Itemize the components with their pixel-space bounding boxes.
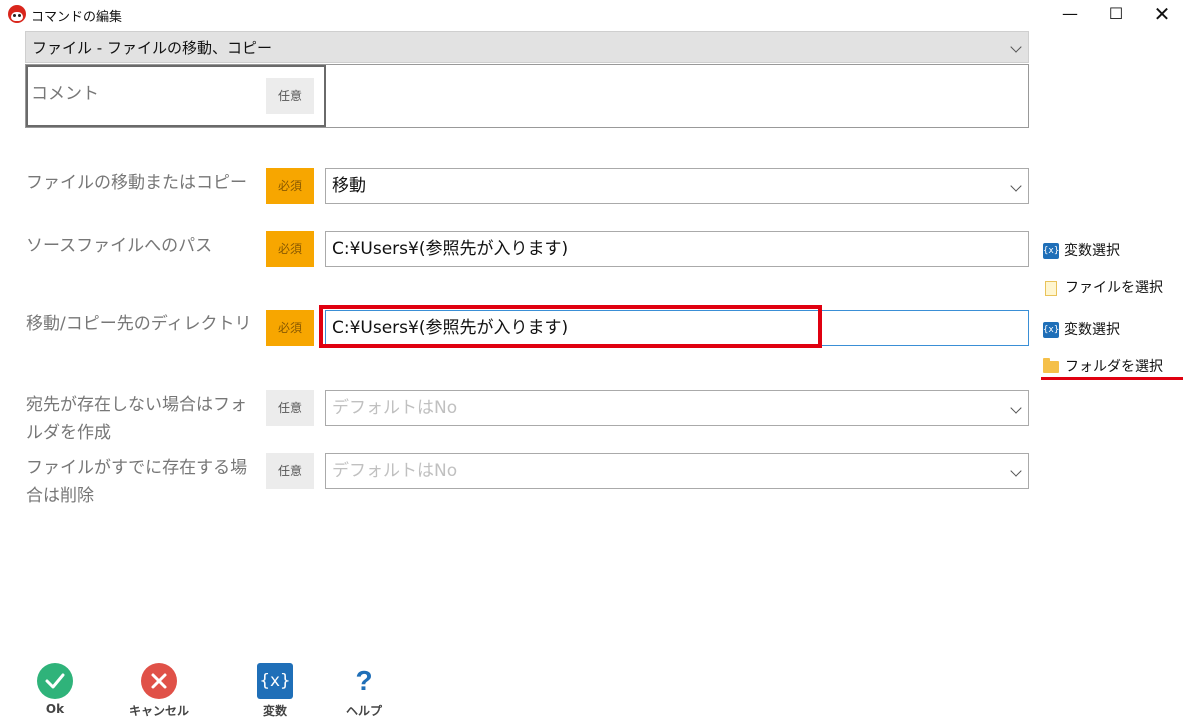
field-label-delete-existing: ファイルがすでに存在する場合は削除	[26, 458, 248, 506]
chevron-down-icon	[1010, 465, 1022, 477]
create-folder-select[interactable]: デフォルトはNo	[325, 390, 1029, 426]
help-icon: ?	[346, 663, 382, 699]
title-bar: コマンドの編集 — ☐ ✕	[0, 0, 1200, 28]
select-folder-link[interactable]: フォルダを選択	[1043, 356, 1163, 376]
help-label: ヘルプ	[345, 704, 382, 718]
variables-label: 変数	[262, 704, 287, 718]
window-title: コマンドの編集	[31, 10, 123, 25]
select-file-link[interactable]: ファイルを選択	[1045, 277, 1163, 297]
field-label-source-path: ソースファイルへのパス	[26, 236, 213, 256]
cancel-button[interactable]: キャンセル	[124, 663, 194, 719]
close-button[interactable]: ✕	[1139, 0, 1185, 28]
delete-existing-placeholder: デフォルトはNo	[332, 461, 458, 481]
move-or-copy-value: 移動	[332, 176, 366, 196]
help-button[interactable]: ? ヘルプ	[337, 663, 391, 719]
ok-label: Ok	[45, 702, 65, 716]
required-badge: 必須	[266, 168, 314, 204]
optional-badge: 任意	[266, 453, 314, 489]
folder-icon	[1043, 358, 1059, 373]
app-logo-icon	[8, 5, 26, 23]
required-badge: 必須	[266, 231, 314, 267]
source-path-input[interactable]: C:¥Users¥(参照先が入ります)	[325, 231, 1029, 267]
optional-badge: 任意	[266, 390, 314, 426]
close-circle-icon	[141, 663, 177, 699]
maximize-button[interactable]: ☐	[1093, 0, 1139, 28]
variable-icon: {x}	[257, 663, 293, 699]
highlight-underline	[1041, 377, 1183, 380]
chevron-down-icon	[1010, 41, 1022, 53]
optional-badge: 任意	[266, 78, 314, 114]
select-file-label: ファイルを選択	[1065, 280, 1163, 296]
file-icon	[1045, 280, 1057, 296]
minimize-button[interactable]: —	[1047, 0, 1093, 28]
variables-button[interactable]: {x} 変数	[248, 663, 302, 719]
field-label-move-or-copy: ファイルの移動またはコピー	[26, 173, 247, 193]
cancel-label: キャンセル	[128, 704, 189, 718]
variable-icon: {x}	[1043, 243, 1059, 259]
required-badge: 必須	[266, 310, 314, 346]
var-select-label: 変数選択	[1064, 243, 1120, 259]
move-or-copy-select[interactable]: 移動	[325, 168, 1029, 204]
dest-var-select-link[interactable]: {x} 変数選択	[1043, 319, 1120, 339]
highlight-box	[319, 305, 822, 348]
ok-button[interactable]: Ok	[27, 663, 83, 716]
source-path-value: C:¥Users¥(参照先が入ります)	[332, 239, 569, 259]
command-type-select[interactable]: ファイル - ファイルの移動、コピー	[25, 31, 1029, 63]
var-select-label: 変数選択	[1064, 322, 1120, 338]
delete-existing-select[interactable]: デフォルトはNo	[325, 453, 1029, 489]
chevron-down-icon	[1010, 180, 1022, 192]
field-label-create-folder: 宛先が存在しない場合はフォルダを作成	[26, 395, 247, 443]
field-label-destination-dir: 移動/コピー先のディレクトリ	[26, 314, 252, 334]
command-type-value: ファイル - ファイルの移動、コピー	[32, 39, 272, 57]
chevron-down-icon	[1010, 402, 1022, 414]
create-folder-placeholder: デフォルトはNo	[332, 398, 458, 418]
select-folder-label: フォルダを選択	[1065, 359, 1163, 375]
source-var-select-link[interactable]: {x} 変数選択	[1043, 240, 1120, 260]
comment-label: コメント	[31, 84, 99, 104]
check-icon	[37, 663, 73, 699]
variable-icon: {x}	[1043, 322, 1059, 338]
